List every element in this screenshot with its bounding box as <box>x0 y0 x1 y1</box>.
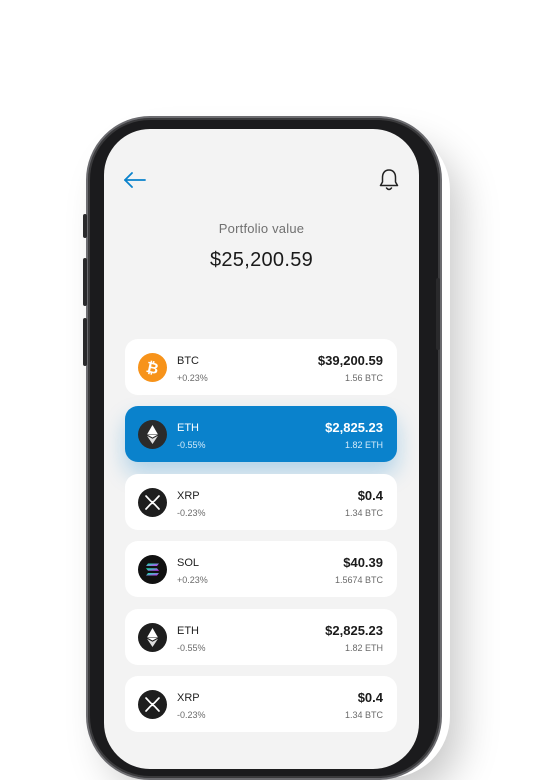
asset-card-xrp[interactable]: XRP -0.23% $0.4 1.34 BTC <box>125 676 397 732</box>
asset-card-eth[interactable]: ETH -0.55% $2,825.23 1.82 ETH <box>125 609 397 665</box>
silent-switch <box>83 214 87 238</box>
asset-symbol: BTC <box>177 355 199 367</box>
asset-symbol: XRP <box>177 490 200 502</box>
asset-symbol: ETH <box>177 625 199 637</box>
solana-icon <box>138 555 167 584</box>
asset-change: -0.23% <box>177 710 206 720</box>
phone-screen: Portfolio value $25,200.59 ₿ BTC +0.23% … <box>104 129 419 769</box>
volume-up-button <box>83 258 87 306</box>
volume-down-button <box>83 318 87 366</box>
asset-change: +0.23% <box>177 575 208 585</box>
bell-icon <box>379 169 399 191</box>
power-button <box>436 278 440 350</box>
asset-amount: 1.34 BTC <box>344 710 383 720</box>
asset-value: $40.39 <box>343 555 383 570</box>
xrp-icon <box>138 488 167 517</box>
asset-amount: 1.82 ETH <box>344 643 383 653</box>
asset-amount: 1.82 ETH <box>344 440 383 450</box>
asset-change: -0.23% <box>177 508 206 518</box>
portfolio-value: $25,200.59 <box>209 249 314 271</box>
asset-amount: 1.56 BTC <box>344 373 383 383</box>
asset-symbol: ETH <box>177 422 199 434</box>
ethereum-icon <box>138 420 167 449</box>
asset-value: $2,825.23 <box>325 623 383 638</box>
notification-button[interactable] <box>377 167 401 193</box>
asset-symbol: XRP <box>177 692 200 704</box>
asset-amount: 1.5674 BTC <box>334 575 383 585</box>
portfolio-label: Portfolio value <box>218 221 305 236</box>
asset-value: $39,200.59 <box>317 353 383 368</box>
asset-card-eth-selected[interactable]: ETH -0.55% $2,825.23 1.82 ETH <box>125 406 397 462</box>
bitcoin-icon: ₿ <box>138 353 167 382</box>
asset-change: -0.55% <box>177 643 206 653</box>
asset-card-sol[interactable]: SOL +0.23% $40.39 1.5674 BTC <box>125 541 397 597</box>
ethereum-icon <box>138 623 167 652</box>
asset-value: $0.4 <box>357 488 383 503</box>
xrp-icon <box>138 690 167 719</box>
asset-value: $2,825.23 <box>325 420 383 435</box>
asset-change: -0.55% <box>177 440 206 450</box>
asset-symbol: SOL <box>177 557 200 569</box>
svg-text:₿: ₿ <box>145 358 161 378</box>
asset-card-xrp[interactable]: XRP -0.23% $0.4 1.34 BTC <box>125 474 397 530</box>
asset-card-btc[interactable]: ₿ BTC +0.23% $39,200.59 1.56 BTC <box>125 339 397 395</box>
arrow-left-icon <box>124 172 146 188</box>
asset-amount: 1.34 BTC <box>344 508 383 518</box>
asset-change: +0.23% <box>177 373 208 383</box>
back-button[interactable] <box>122 169 148 191</box>
asset-value: $0.4 <box>357 690 383 705</box>
